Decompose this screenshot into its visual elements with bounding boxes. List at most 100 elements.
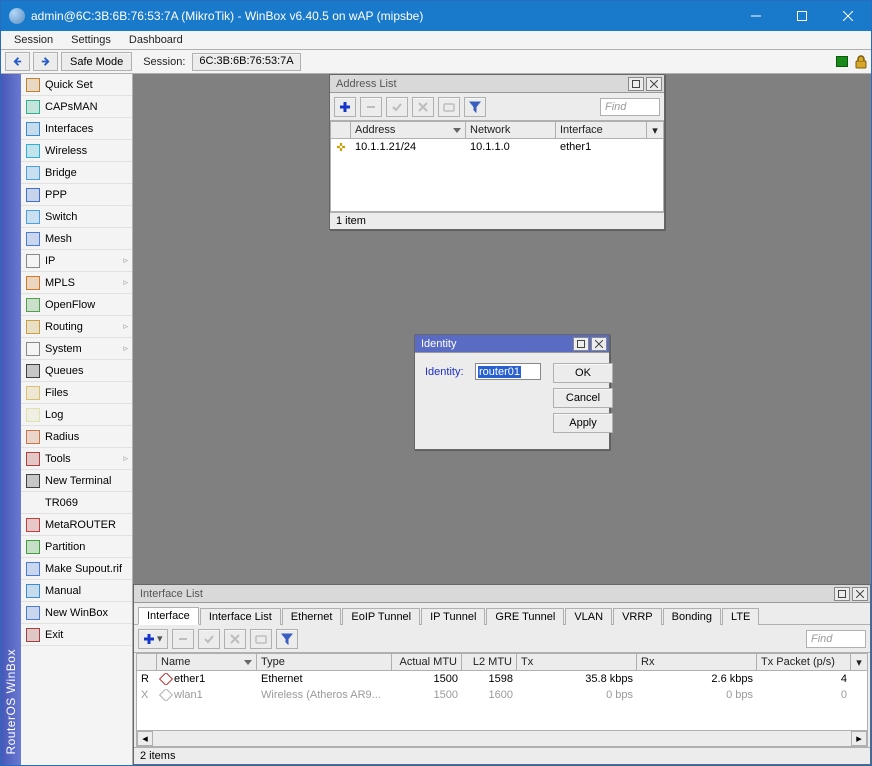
tab-gre-tunnel[interactable]: GRE Tunnel (486, 608, 564, 625)
sidebar-item-radius[interactable]: Radius (21, 426, 132, 448)
sidebar-item-quick-set[interactable]: Quick Set (21, 74, 132, 96)
disable-interface-button[interactable] (224, 629, 246, 649)
address-list-max-icon[interactable] (628, 77, 644, 91)
sidebar-item-files[interactable]: Files (21, 382, 132, 404)
ok-button[interactable]: OK (553, 363, 613, 383)
identity-input[interactable]: router01 (475, 363, 541, 380)
apply-button[interactable]: Apply (553, 413, 613, 433)
if-col-l2mtu[interactable]: L2 MTU (462, 654, 517, 670)
table-row[interactable]: Rether1Ethernet1500159835.8 kbps2.6 kbps… (137, 671, 867, 687)
interface-list-titlebar[interactable]: Interface List (134, 585, 870, 603)
tab-ethernet[interactable]: Ethernet (282, 608, 342, 625)
if-col-rx[interactable]: Rx (637, 654, 757, 670)
sidebar-item-make-supout-rif[interactable]: Make Supout.rif (21, 558, 132, 580)
identity-titlebar[interactable]: Identity (415, 335, 609, 353)
sidebar-item-mpls[interactable]: MPLS▹ (21, 272, 132, 294)
sidebar-item-ip[interactable]: IP▹ (21, 250, 132, 272)
scroll-right-icon[interactable]: ▸ (851, 731, 867, 746)
table-row[interactable]: ✜10.1.1.21/2410.1.1.0ether1 (331, 139, 663, 155)
add-interface-button[interactable]: ▾ (138, 629, 168, 649)
filter-interface-button[interactable] (276, 629, 298, 649)
identity-max-icon[interactable] (573, 337, 589, 351)
title-bar[interactable]: admin@6C:3B:6B:76:53:7A (MikroTik) - Win… (1, 1, 871, 31)
tab-interface-list[interactable]: Interface List (200, 608, 281, 625)
if-col-tx[interactable]: Tx (517, 654, 637, 670)
sidebar-item-interfaces[interactable]: Interfaces (21, 118, 132, 140)
tab-vrrp[interactable]: VRRP (613, 608, 662, 625)
sidebar-item-exit[interactable]: Exit (21, 624, 132, 646)
col-address[interactable]: Address (351, 122, 466, 138)
sidebar-item-label: Log (45, 409, 130, 421)
minimize-button[interactable] (733, 1, 779, 31)
close-button[interactable] (825, 1, 871, 31)
address-list-window[interactable]: Address List Find A (329, 74, 665, 230)
sidebar-item-manual[interactable]: Manual (21, 580, 132, 602)
redo-button[interactable] (33, 52, 58, 71)
sidebar-item-capsman[interactable]: CAPsMAN (21, 96, 132, 118)
tab-vlan[interactable]: VLAN (565, 608, 612, 625)
sidebar-item-system[interactable]: System▹ (21, 338, 132, 360)
comment-interface-button[interactable] (250, 629, 272, 649)
table-row[interactable]: Xwlan1Wireless (Atheros AR9...150016000 … (137, 687, 867, 703)
col-dropdown[interactable]: ▾ (647, 122, 663, 138)
sidebar-item-routing[interactable]: Routing▹ (21, 316, 132, 338)
if-col-flag[interactable] (137, 654, 157, 670)
enable-interface-button[interactable] (198, 629, 220, 649)
interface-list-close-icon[interactable] (852, 587, 868, 601)
sidebar-item-switch[interactable]: Switch (21, 206, 132, 228)
if-col-type[interactable]: Type (257, 654, 392, 670)
sidebar-item-metarouter[interactable]: MetaROUTER (21, 514, 132, 536)
remove-interface-button[interactable] (172, 629, 194, 649)
interface-list-window[interactable]: Interface List InterfaceInterface ListEt… (133, 584, 871, 765)
address-list-close-icon[interactable] (646, 77, 662, 91)
remove-button[interactable] (360, 97, 382, 117)
address-list-titlebar[interactable]: Address List (330, 75, 664, 93)
h-scrollbar[interactable]: ◂ ▸ (137, 730, 867, 746)
sidebar-item-queues[interactable]: Queues (21, 360, 132, 382)
enable-button[interactable] (386, 97, 408, 117)
if-col-mtu[interactable]: Actual MTU (392, 654, 462, 670)
interface-icon (159, 673, 173, 685)
sidebar-item-new-terminal[interactable]: New Terminal (21, 470, 132, 492)
tab-eoip-tunnel[interactable]: EoIP Tunnel (342, 608, 420, 625)
sidebar-item-ppp[interactable]: PPP (21, 184, 132, 206)
menu-session[interactable]: Session (5, 32, 62, 48)
if-col-name[interactable]: Name (157, 654, 257, 670)
tab-lte[interactable]: LTE (722, 608, 759, 625)
tab-bonding[interactable]: Bonding (663, 608, 721, 625)
sidebar-item-openflow[interactable]: OpenFlow (21, 294, 132, 316)
safe-mode-button[interactable]: Safe Mode (61, 52, 132, 71)
sidebar-item-new-winbox[interactable]: New WinBox (21, 602, 132, 624)
identity-close-icon[interactable] (591, 337, 607, 351)
sidebar-item-wireless[interactable]: Wireless (21, 140, 132, 162)
tab-interface[interactable]: Interface (138, 607, 199, 625)
sidebar-item-tools[interactable]: Tools▹ (21, 448, 132, 470)
sidebar-item-label: CAPsMAN (45, 101, 130, 113)
comment-button[interactable] (438, 97, 460, 117)
col-flag[interactable] (331, 122, 351, 138)
cancel-button[interactable]: Cancel (553, 388, 613, 408)
if-col-dropdown[interactable]: ▾ (851, 654, 867, 670)
sidebar-item-bridge[interactable]: Bridge (21, 162, 132, 184)
sidebar-icon (25, 165, 41, 181)
identity-window[interactable]: Identity Identity: router01 O (414, 334, 610, 450)
menu-settings[interactable]: Settings (62, 32, 120, 48)
if-col-txp[interactable]: Tx Packet (p/s) (757, 654, 851, 670)
sidebar-item-mesh[interactable]: Mesh (21, 228, 132, 250)
col-network[interactable]: Network (466, 122, 556, 138)
filter-button[interactable] (464, 97, 486, 117)
interface-find-input[interactable]: Find (806, 630, 866, 648)
interface-list-max-icon[interactable] (834, 587, 850, 601)
add-button[interactable] (334, 97, 356, 117)
scroll-left-icon[interactable]: ◂ (137, 731, 153, 746)
sidebar-item-partition[interactable]: Partition (21, 536, 132, 558)
find-input[interactable]: Find (600, 98, 660, 116)
col-interface[interactable]: Interface (556, 122, 647, 138)
sidebar-item-log[interactable]: Log (21, 404, 132, 426)
disable-button[interactable] (412, 97, 434, 117)
undo-button[interactable] (5, 52, 30, 71)
sidebar-item-tr069[interactable]: TR069 (21, 492, 132, 514)
menu-dashboard[interactable]: Dashboard (120, 32, 192, 48)
tab-ip-tunnel[interactable]: IP Tunnel (421, 608, 485, 625)
maximize-button[interactable] (779, 1, 825, 31)
